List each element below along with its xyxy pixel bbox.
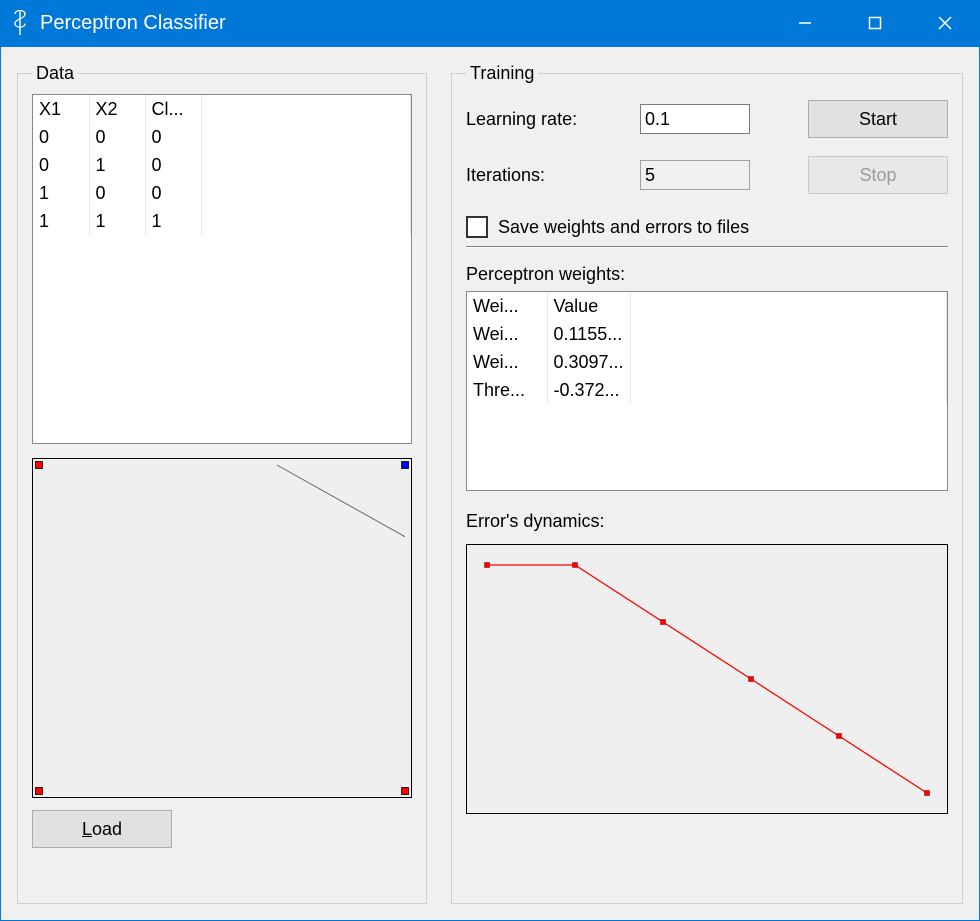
col-class[interactable]: Cl... (145, 95, 201, 123)
load-button[interactable]: Load (32, 810, 172, 848)
iterations-label: Iterations: (466, 165, 626, 186)
app-icon (0, 9, 40, 37)
start-button[interactable]: Start (808, 100, 948, 138)
table-row[interactable]: Wei...0.3097... (467, 348, 947, 376)
table-row[interactable]: 010 (33, 151, 411, 179)
window-title: Perceptron Classifier (40, 12, 770, 35)
weights-col-name[interactable]: Wei... (467, 292, 547, 320)
titlebar[interactable]: Perceptron Classifier (0, 0, 980, 46)
save-checkbox[interactable] (466, 216, 488, 238)
weights-col-value[interactable]: Value (547, 292, 630, 320)
table-row[interactable]: Thre...-0.372... (467, 376, 947, 404)
table-row[interactable]: 111 (33, 207, 411, 235)
training-legend: Training (466, 63, 538, 84)
data-legend: Data (32, 63, 78, 84)
data-header-row: X1 X2 Cl... (33, 95, 411, 123)
stop-button-label: Stop (859, 165, 896, 186)
data-group: Data X1 X2 Cl... 000010100111 (17, 63, 427, 904)
table-row[interactable]: Wei...0.1155... (467, 320, 947, 348)
error-label: Error's dynamics: (466, 511, 948, 532)
client-area: Data X1 X2 Cl... 000010100111 (0, 46, 980, 921)
error-plot (466, 544, 948, 814)
minimize-button[interactable] (770, 0, 840, 46)
maximize-button[interactable] (840, 0, 910, 46)
col-x2[interactable]: X2 (89, 95, 145, 123)
load-button-label: Load (82, 819, 122, 839)
weights-grid[interactable]: Wei... Value Wei...0.1155...Wei...0.3097… (466, 291, 948, 491)
training-group: Training Learning rate: Start Iterations… (451, 63, 963, 904)
iterations-input[interactable] (640, 160, 750, 190)
save-checkbox-label: Save weights and errors to files (498, 217, 749, 238)
scatter-plot (32, 458, 412, 798)
app-window: Perceptron Classifier Data X1 X2 (0, 0, 980, 921)
learning-rate-label: Learning rate: (466, 109, 626, 130)
separator (466, 246, 948, 248)
col-x1[interactable]: X1 (33, 95, 89, 123)
close-button[interactable] (910, 0, 980, 46)
weights-label: Perceptron weights: (466, 264, 948, 285)
table-row[interactable]: 000 (33, 123, 411, 151)
start-button-label: Start (859, 109, 897, 130)
table-row[interactable]: 100 (33, 179, 411, 207)
learning-rate-input[interactable] (640, 104, 750, 134)
data-grid[interactable]: X1 X2 Cl... 000010100111 (32, 94, 412, 444)
stop-button: Stop (808, 156, 948, 194)
